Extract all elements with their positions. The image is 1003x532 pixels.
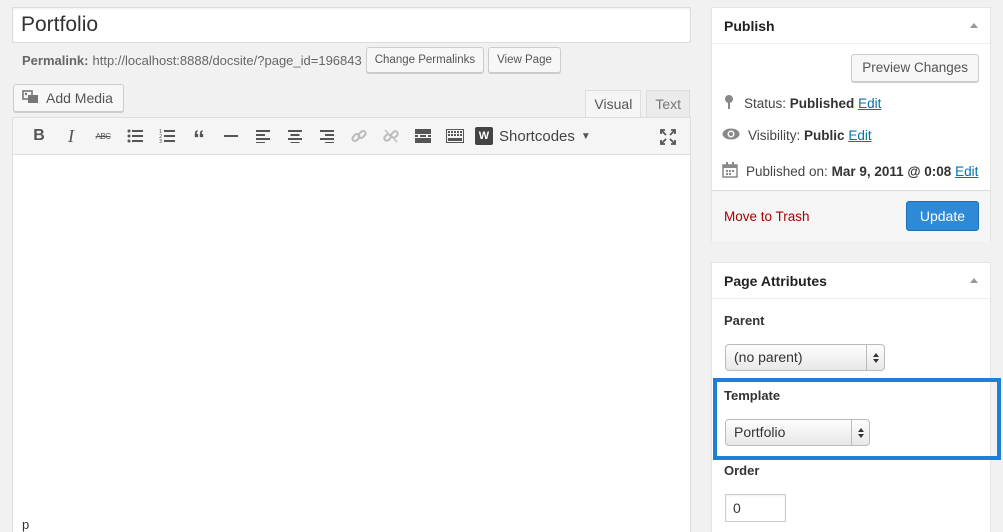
shortcodes-label: Shortcodes	[499, 127, 575, 145]
align-left-icon[interactable]	[247, 121, 279, 151]
bulleted-list-icon[interactable]	[119, 121, 151, 151]
select-arrows-icon	[866, 345, 884, 370]
add-media-label: Add Media	[46, 90, 113, 106]
calendar-icon	[722, 162, 738, 181]
blockquote-icon[interactable]: “	[183, 121, 215, 152]
move-to-trash-link[interactable]: Move to Trash	[724, 209, 810, 224]
w-logo-icon: W	[475, 127, 493, 145]
status-value: Published	[789, 96, 855, 111]
status-label: Status:	[744, 96, 787, 111]
published-label: Published on:	[746, 164, 828, 179]
change-permalinks-button[interactable]: Change Permalinks	[365, 47, 485, 73]
bold-icon[interactable]: B	[23, 121, 55, 151]
permalink-row: Permalink: http://localhost:8888/docsite…	[22, 46, 561, 74]
order-input[interactable]: 0	[725, 494, 786, 522]
strikethrough-icon[interactable]: ABC	[87, 121, 119, 151]
edit-visibility-link[interactable]: Edit	[848, 128, 871, 143]
view-page-button[interactable]: View Page	[488, 47, 561, 73]
numbered-list-icon[interactable]: 123	[151, 121, 183, 151]
page-attributes-header[interactable]: Page Attributes	[712, 263, 990, 299]
insert-link-icon[interactable]	[343, 121, 375, 151]
pin-icon	[722, 94, 736, 113]
page-title-input[interactable]: Portfolio	[12, 7, 691, 43]
toolbar-toggle-icon[interactable]	[439, 121, 471, 151]
tab-text[interactable]: Text	[646, 90, 690, 118]
parent-select-value: (no parent)	[734, 349, 803, 365]
svg-text:3: 3	[159, 139, 162, 143]
template-highlight-box	[713, 378, 1001, 460]
publish-box-header[interactable]: Publish	[712, 8, 990, 44]
eye-icon	[722, 128, 740, 143]
visibility-row: Visibility: Public Edit	[722, 128, 872, 143]
italic-icon[interactable]: I	[55, 121, 87, 151]
status-row: Status: Published Edit	[722, 94, 881, 113]
permalink-url: http://localhost:8888/docsite/?page_id=1…	[92, 52, 362, 68]
publish-box: Publish Preview Changes Status: Publishe…	[711, 7, 991, 242]
published-on-row: Published on: Mar 9, 2011 @ 0:08 Edit	[722, 162, 978, 181]
read-more-icon[interactable]	[407, 121, 439, 151]
align-center-icon[interactable]	[279, 121, 311, 151]
publish-title: Publish	[724, 17, 775, 34]
visibility-value: Public	[804, 128, 845, 143]
edit-date-link[interactable]: Edit	[955, 164, 978, 179]
update-button[interactable]: Update	[905, 201, 979, 231]
parent-select[interactable]: (no parent)	[725, 344, 885, 371]
horizontal-line-icon[interactable]	[215, 121, 247, 151]
tab-visual[interactable]: Visual	[585, 90, 642, 118]
content-editor[interactable]: B I ABC 123 “ W Shortcodes ▼	[12, 117, 691, 532]
caret-down-icon: ▼	[580, 130, 591, 142]
shortcodes-dropdown[interactable]: W Shortcodes ▼	[475, 127, 591, 145]
preview-changes-button[interactable]: Preview Changes	[851, 54, 979, 82]
parent-label: Parent	[724, 313, 765, 328]
permalink-label: Permalink:	[22, 52, 89, 68]
published-date: Mar 9, 2011 @ 0:08	[831, 164, 952, 179]
collapse-arrow-icon[interactable]	[970, 278, 978, 283]
visibility-label: Visibility:	[748, 128, 801, 143]
remove-link-icon[interactable]	[375, 121, 407, 151]
add-media-button[interactable]: Add Media	[13, 84, 124, 112]
add-media-icon	[22, 89, 40, 108]
fullscreen-icon[interactable]	[652, 122, 684, 152]
page-attributes-title: Page Attributes	[724, 272, 827, 289]
editor-path-status: p	[22, 517, 30, 532]
editor-toolbar: B I ABC 123 “ W Shortcodes ▼	[13, 118, 690, 155]
edit-status-link[interactable]: Edit	[858, 96, 881, 111]
publish-actions: Move to Trash Update	[712, 190, 990, 242]
editor-tabs: Visual Text	[580, 90, 690, 118]
order-label: Order	[724, 463, 760, 478]
align-right-icon[interactable]	[311, 121, 343, 151]
collapse-arrow-icon[interactable]	[970, 23, 978, 28]
